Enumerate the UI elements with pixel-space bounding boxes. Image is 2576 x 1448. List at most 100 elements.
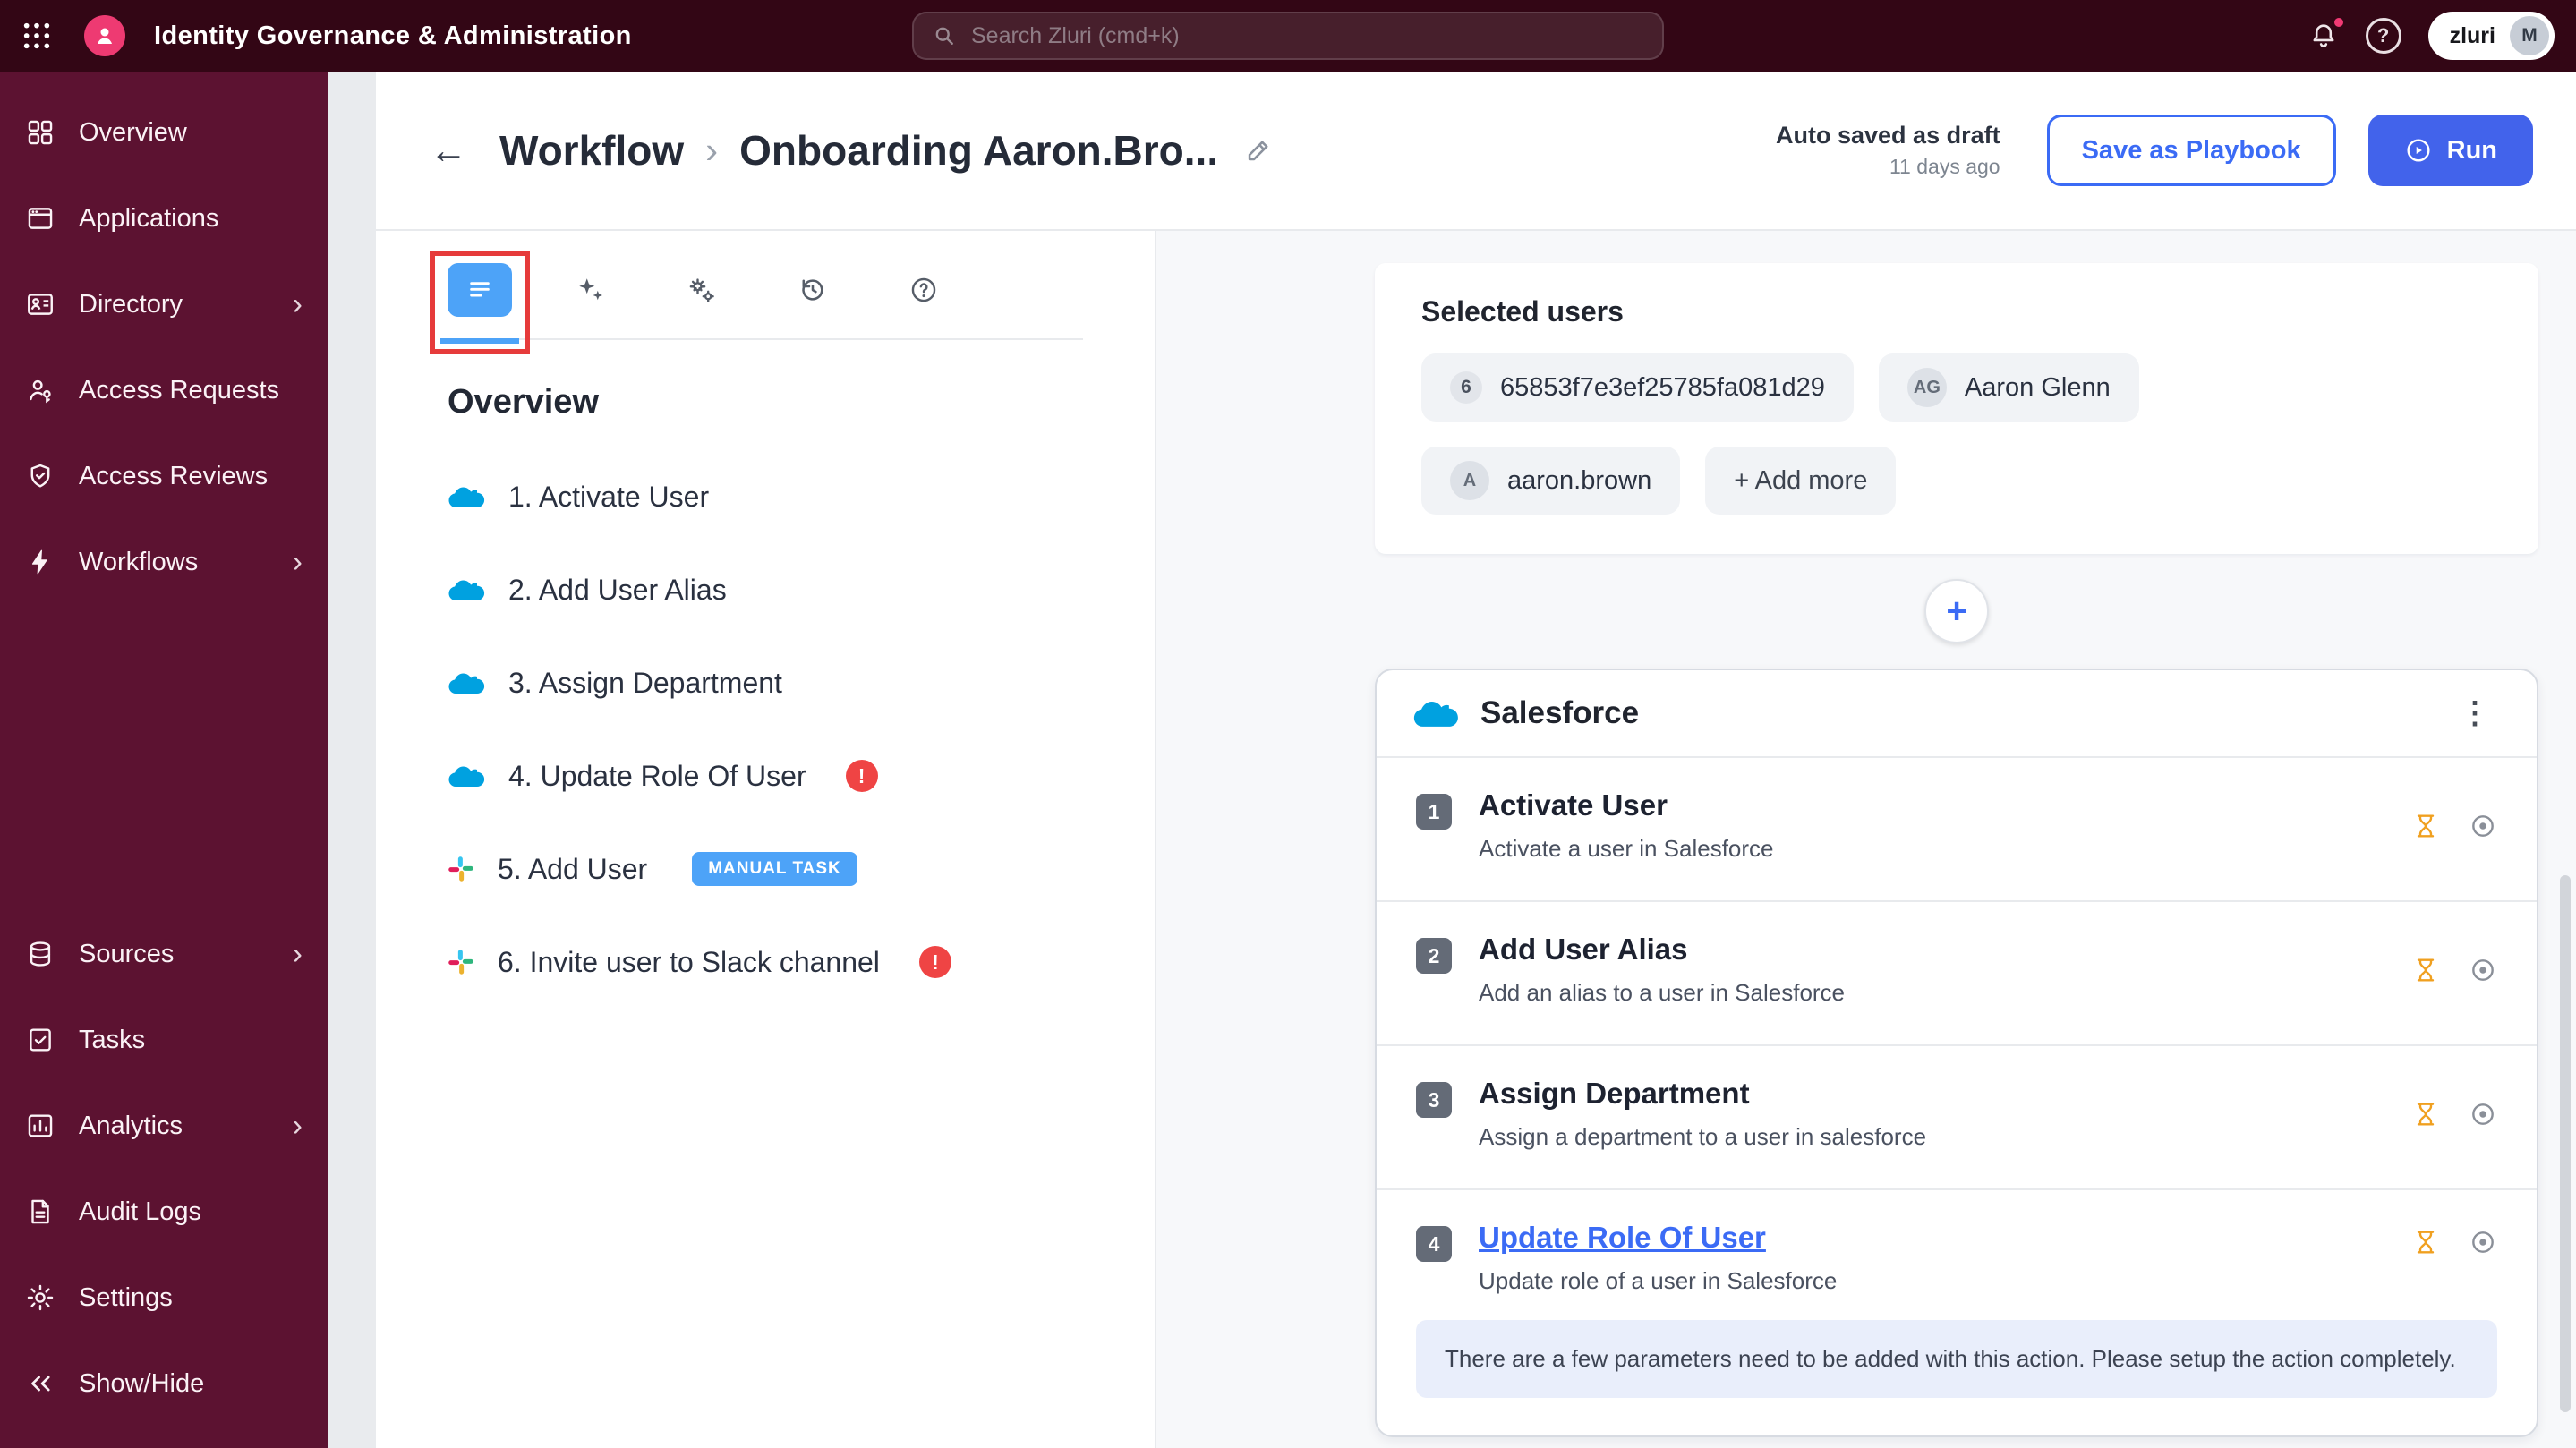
tab-history-icon[interactable] [780,263,845,317]
tab-settings-gears-icon[interactable] [670,263,734,317]
sidebar-item-overview[interactable]: Overview [0,89,328,175]
user-chip-aaron-brown[interactable]: A aaron.brown [1421,447,1681,515]
back-arrow-icon[interactable]: ← [430,129,467,172]
step-update-role-of-user[interactable]: 4. Update Role Of User ! [448,729,1083,822]
sidebar-label: Audit Logs [79,1197,202,1226]
workflow-overview-panel: Overview 1. Activate User 2. Add User Al… [376,231,1156,1448]
avatar[interactable]: M [2510,16,2549,55]
sidebar-label: Settings [79,1282,173,1312]
sidebar-item-settings[interactable]: Settings [0,1255,328,1341]
access-requests-icon [25,375,55,405]
collapse-arrows-icon [25,1368,55,1399]
step-assign-department[interactable]: 3. Assign Department [448,636,1083,729]
hourglass-delay-icon[interactable] [2411,956,2440,984]
action-assign-department[interactable]: 3 Assign Department Assign a department … [1377,1046,2537,1190]
brand-label: zluri [2449,22,2495,48]
target-status-icon[interactable] [2469,1100,2497,1129]
salesforce-icon [448,762,485,789]
user-chip-label: 65853f7e3ef25785fa081d29 [1500,372,1825,402]
sidebar-item-analytics[interactable]: Analytics › [0,1083,328,1169]
target-status-icon[interactable] [2469,812,2497,840]
setup-warning-message: There are a few parameters need to be ad… [1416,1320,2497,1398]
sidebar-label: Access Reviews [79,461,269,490]
selected-users-card: Selected users 6 65853f7e3ef25785fa081d2… [1375,263,2538,554]
overview-icon [25,117,55,148]
add-node-plus-button[interactable]: + [1924,579,1989,643]
step-label: 5. Add User [498,852,648,885]
save-as-playbook-button[interactable]: Save as Playbook [2046,115,2336,186]
sidebar-item-audit-logs[interactable]: Audit Logs [0,1169,328,1255]
help-icon[interactable]: ? [2365,18,2401,54]
sidebar-label: Tasks [79,1025,146,1054]
tab-overview-summary-icon[interactable] [448,263,512,317]
sidebar-item-directory[interactable]: Directory › [0,261,328,347]
step-label: 6. Invite user to Slack channel [498,945,880,978]
page-title: Onboarding Aaron.Bro... [739,127,1219,174]
hourglass-delay-icon[interactable] [2411,1228,2440,1256]
slack-icon [448,949,474,975]
step-activate-user[interactable]: 1. Activate User [448,450,1083,543]
sidebar-label: Show/Hide [79,1368,205,1398]
sidebar-item-tasks[interactable]: Tasks [0,997,328,1083]
user-chip-aaron-glenn[interactable]: AG Aaron Glenn [1878,353,2139,422]
action-update-role-of-user[interactable]: 4 Update Role Of User Update role of a u… [1377,1190,2537,1435]
applications-icon [25,203,55,234]
overview-heading: Overview [448,383,599,421]
user-chip-label: aaron.brown [1507,465,1652,495]
app-grid-icon[interactable] [21,21,52,51]
hourglass-delay-icon[interactable] [2411,812,2440,840]
step-label: 3. Assign Department [508,666,782,699]
target-status-icon[interactable] [2469,1228,2497,1256]
sidebar-item-show-hide[interactable]: Show/Hide [0,1341,328,1427]
sidebar: Overview Applications Directory › Access… [0,72,328,1448]
app-title: Identity Governance & Administration [154,21,632,50]
canvas-scrollbar[interactable] [2560,875,2571,1412]
sidebar-label: Overview [79,117,187,147]
action-title-link[interactable]: Update Role Of User [1479,1221,1837,1255]
autosave-title: Auto saved as draft [1776,122,2000,149]
sidebar-item-sources[interactable]: Sources › [0,911,328,997]
salesforce-card-title: Salesforce [1480,695,1640,730]
add-more-users-button[interactable]: + Add more [1705,447,1897,515]
user-avatar: AG [1906,368,1947,407]
sidebar-item-applications[interactable]: Applications [0,175,328,261]
edit-name-pencil-icon[interactable] [1243,135,1274,166]
chevron-right-icon: › [292,937,303,971]
action-activate-user[interactable]: 1 Activate User Activate a user in Sales… [1377,758,2537,902]
salesforce-card-header: Salesforce ⋮ [1377,670,2537,758]
zluri-logo-icon[interactable] [84,15,125,56]
chevron-right-icon: › [292,545,303,579]
step-add-user[interactable]: 5. Add User MANUAL TASK [448,822,1083,916]
account-pill[interactable]: zluri M [2427,12,2555,60]
step-add-user-alias[interactable]: 2. Add User Alias [448,543,1083,636]
audit-logs-icon [25,1197,55,1227]
kebab-menu-icon[interactable]: ⋮ [2449,695,2501,731]
sidebar-item-workflows[interactable]: Workflows › [0,519,328,605]
hourglass-delay-icon[interactable] [2411,1100,2440,1129]
sidebar-item-access-reviews[interactable]: Access Reviews [0,433,328,519]
settings-gear-icon [25,1282,55,1313]
action-add-user-alias[interactable]: 2 Add User Alias Add an alias to a user … [1377,902,2537,1046]
selected-users-title: Selected users [1421,295,1624,328]
autosave-status: Auto saved as draft 11 days ago [1776,122,2000,179]
salesforce-action-card: Salesforce ⋮ 1 Activate User Activate a … [1375,669,2538,1437]
action-number: 4 [1416,1226,1452,1262]
step-invite-user-to-slack-channel[interactable]: 6. Invite user to Slack channel ! [448,916,1083,1009]
workflows-bolt-icon [25,547,55,577]
user-chip-id[interactable]: 6 65853f7e3ef25785fa081d29 [1421,353,1854,422]
sidebar-item-access-requests[interactable]: Access Requests [0,347,328,433]
run-button[interactable]: Run [2367,115,2533,186]
search-icon [932,23,957,48]
salesforce-icon [448,669,485,696]
workflow-steps-list: 1. Activate User 2. Add User Alias 3. As… [448,450,1083,1009]
notifications-bell-icon[interactable] [2308,15,2346,51]
search-input[interactable] [971,22,1644,49]
breadcrumb-workflow[interactable]: Workflow [499,126,684,175]
tab-help-icon[interactable] [891,263,956,317]
global-search[interactable] [912,12,1664,60]
target-status-icon[interactable] [2469,956,2497,984]
tab-recommendations-sparkles-icon[interactable] [559,263,623,317]
action-subtitle: Add an alias to a user in Salesforce [1479,979,1846,1006]
directory-icon [25,289,55,319]
action-title: Add User Alias [1479,933,1688,966]
